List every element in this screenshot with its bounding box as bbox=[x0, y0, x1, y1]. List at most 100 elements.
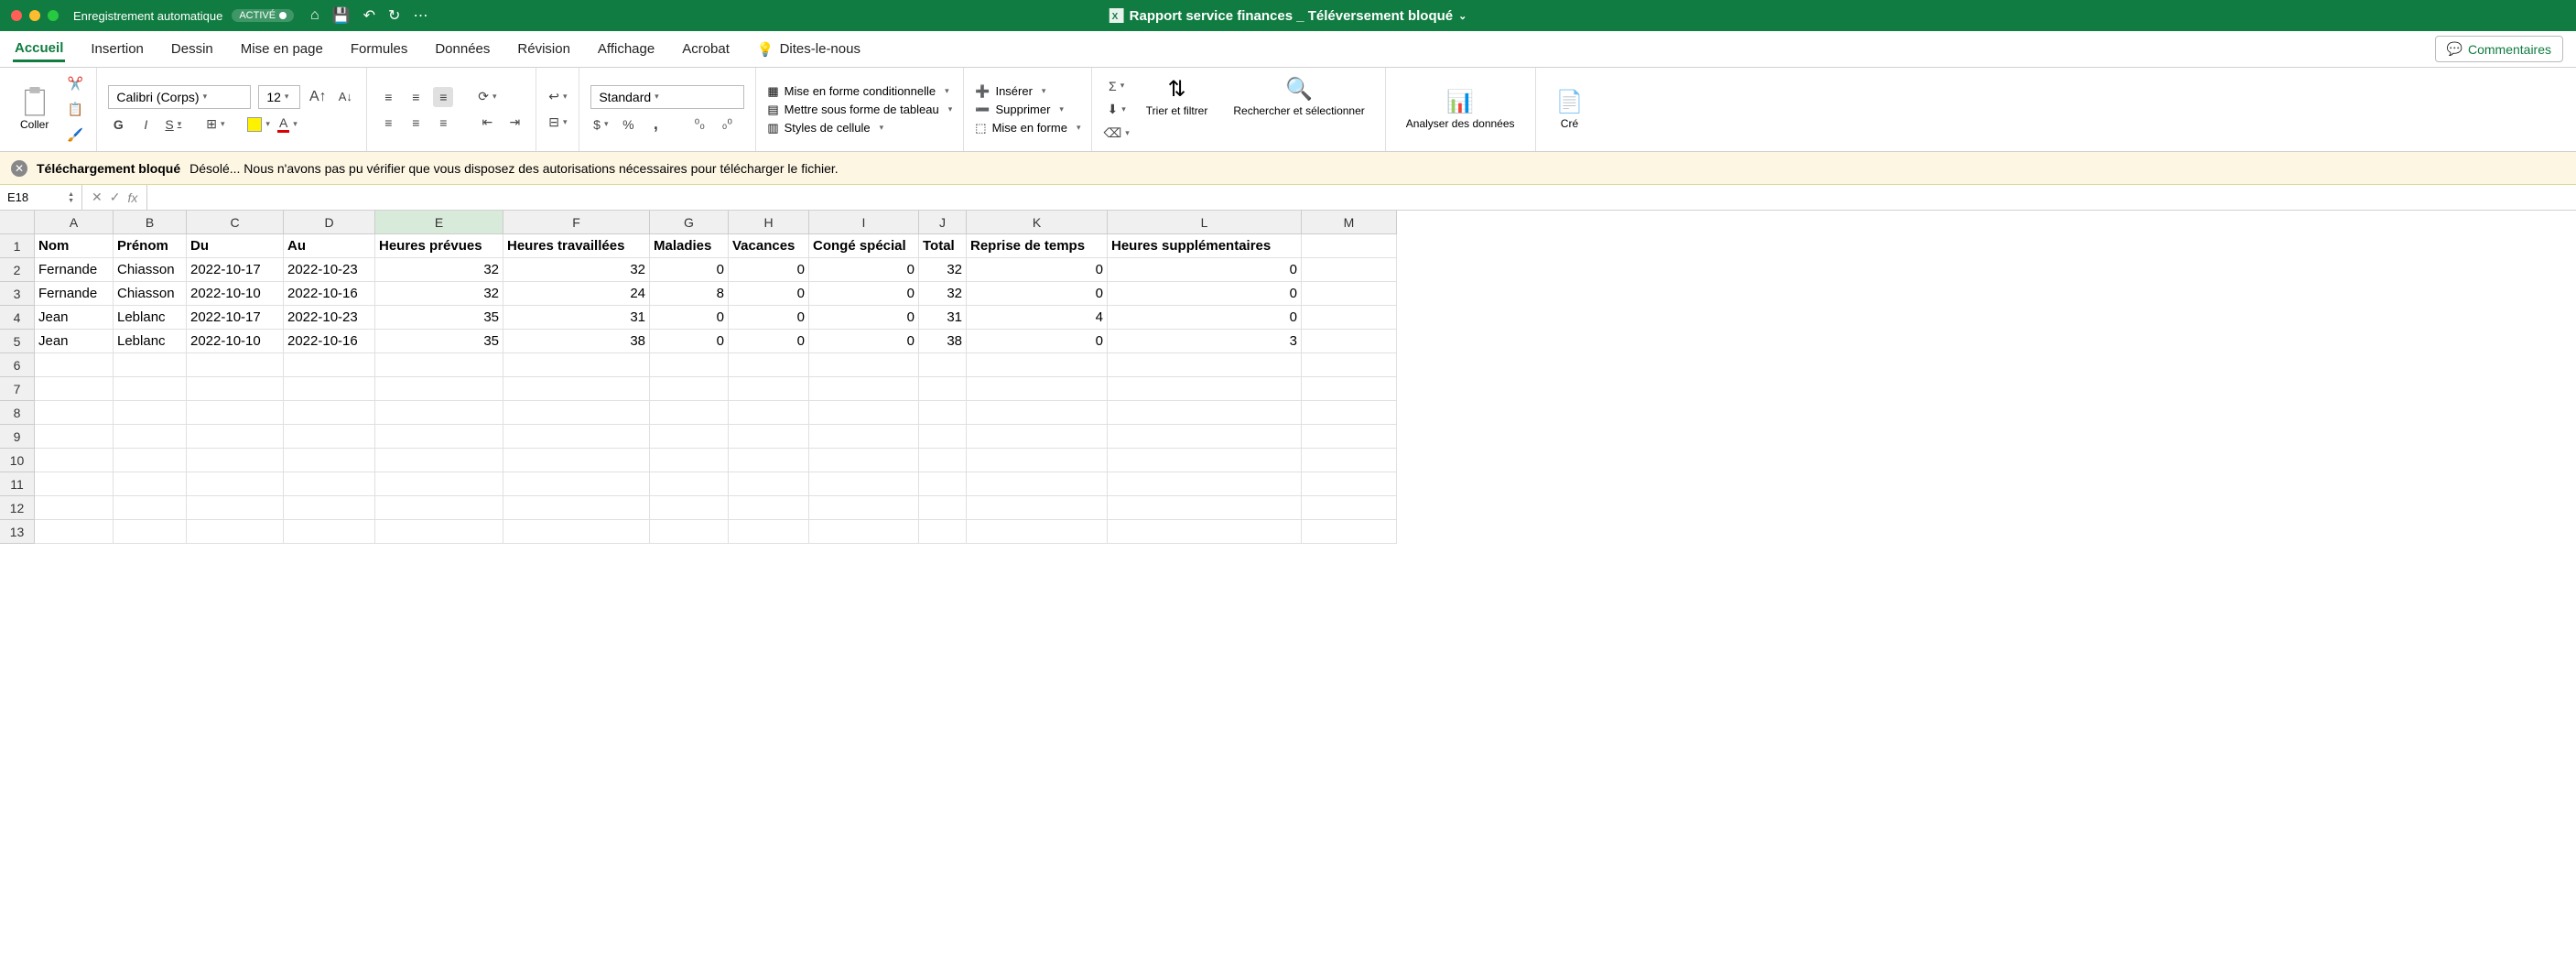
data-cell[interactable]: 0 bbox=[729, 258, 809, 282]
data-cell[interactable] bbox=[187, 449, 284, 472]
data-cell[interactable]: 0 bbox=[809, 306, 919, 330]
data-cell[interactable]: 2022-10-17 bbox=[187, 306, 284, 330]
column-header-I[interactable]: I bbox=[809, 211, 919, 234]
orientation-button[interactable]: ⟳ bbox=[477, 87, 497, 107]
data-cell[interactable]: Fernande bbox=[35, 282, 114, 306]
currency-button[interactable]: $ bbox=[590, 114, 611, 135]
row-header[interactable]: 1 bbox=[0, 234, 35, 258]
row-header[interactable]: 8 bbox=[0, 401, 35, 425]
data-cell[interactable] bbox=[809, 449, 919, 472]
data-cell[interactable] bbox=[187, 353, 284, 377]
copy-icon[interactable]: 📋 bbox=[65, 100, 85, 120]
data-cell[interactable]: 31 bbox=[503, 306, 650, 330]
data-cell[interactable]: Leblanc bbox=[114, 330, 187, 353]
format-painter-icon[interactable]: 🖌️ bbox=[65, 125, 85, 146]
column-header-E[interactable]: E bbox=[375, 211, 503, 234]
enter-formula-icon[interactable]: ✓ bbox=[110, 190, 121, 205]
header-cell[interactable]: Heures supplémentaires bbox=[1108, 234, 1302, 258]
format-cells-button[interactable]: ⬚Mise en forme bbox=[975, 121, 1080, 136]
data-cell[interactable] bbox=[1302, 449, 1397, 472]
align-middle-icon[interactable]: ≡ bbox=[406, 87, 426, 107]
data-cell[interactable]: 24 bbox=[503, 282, 650, 306]
autosum-button[interactable]: Σ bbox=[1103, 76, 1129, 96]
cell-styles-button[interactable]: ▥Styles de cellule bbox=[767, 121, 952, 136]
data-cell[interactable] bbox=[35, 496, 114, 520]
data-cell[interactable] bbox=[650, 377, 729, 401]
analyze-data-button[interactable]: 📊 Analyser des données bbox=[1397, 89, 1524, 130]
data-cell[interactable] bbox=[729, 472, 809, 496]
redo-icon[interactable]: ↻ bbox=[388, 6, 400, 25]
header-cell[interactable]: Reprise de temps bbox=[967, 234, 1108, 258]
data-cell[interactable]: 35 bbox=[375, 330, 503, 353]
format-as-table-button[interactable]: ▤Mettre sous forme de tableau bbox=[767, 103, 952, 117]
decrease-indent-icon[interactable]: ⇤ bbox=[477, 113, 497, 133]
tab-formules[interactable]: Formules bbox=[349, 38, 410, 60]
autosave-toggle[interactable]: ACTIVÉ bbox=[232, 9, 294, 22]
align-bottom-icon[interactable]: ≡ bbox=[433, 87, 453, 107]
data-cell[interactable] bbox=[187, 472, 284, 496]
data-cell[interactable]: Fernande bbox=[35, 258, 114, 282]
comma-style-button[interactable]: , bbox=[645, 114, 666, 135]
row-header[interactable]: 2 bbox=[0, 258, 35, 282]
underline-button[interactable]: S bbox=[163, 114, 183, 135]
data-cell[interactable] bbox=[35, 449, 114, 472]
data-cell[interactable] bbox=[187, 377, 284, 401]
paste-button[interactable]: Coller bbox=[11, 87, 58, 131]
data-cell[interactable] bbox=[919, 425, 967, 449]
data-cell[interactable] bbox=[729, 449, 809, 472]
italic-button[interactable]: I bbox=[135, 114, 156, 135]
document-title[interactable]: X Rapport service finances _ Téléverseme… bbox=[1109, 8, 1467, 24]
tab-affichage[interactable]: Affichage bbox=[596, 38, 656, 60]
data-cell[interactable] bbox=[650, 520, 729, 544]
column-header-J[interactable]: J bbox=[919, 211, 967, 234]
header-cell[interactable]: Au bbox=[284, 234, 375, 258]
data-cell[interactable] bbox=[503, 353, 650, 377]
data-cell[interactable] bbox=[967, 472, 1108, 496]
data-cell[interactable] bbox=[187, 401, 284, 425]
fx-icon[interactable]: fx bbox=[127, 190, 137, 205]
data-cell[interactable] bbox=[503, 520, 650, 544]
data-cell[interactable] bbox=[114, 449, 187, 472]
data-cell[interactable] bbox=[919, 472, 967, 496]
data-cell[interactable] bbox=[1302, 258, 1397, 282]
conditional-formatting-button[interactable]: ▦Mise en forme conditionnelle bbox=[767, 84, 952, 99]
data-cell[interactable]: 2022-10-23 bbox=[284, 258, 375, 282]
data-cell[interactable] bbox=[375, 353, 503, 377]
data-cell[interactable] bbox=[1302, 306, 1397, 330]
close-window-icon[interactable] bbox=[11, 10, 22, 21]
data-cell[interactable] bbox=[1108, 472, 1302, 496]
data-cell[interactable] bbox=[35, 401, 114, 425]
data-cell[interactable] bbox=[919, 377, 967, 401]
data-cell[interactable] bbox=[1302, 377, 1397, 401]
column-header-B[interactable]: B bbox=[114, 211, 187, 234]
fill-button[interactable]: ⬇ bbox=[1103, 100, 1129, 120]
data-cell[interactable] bbox=[375, 449, 503, 472]
data-cell[interactable] bbox=[729, 377, 809, 401]
row-header[interactable]: 3 bbox=[0, 282, 35, 306]
data-cell[interactable] bbox=[919, 449, 967, 472]
data-cell[interactable] bbox=[284, 496, 375, 520]
data-cell[interactable]: Jean bbox=[35, 330, 114, 353]
data-cell[interactable]: 32 bbox=[919, 258, 967, 282]
data-cell[interactable] bbox=[809, 353, 919, 377]
data-cell[interactable] bbox=[650, 472, 729, 496]
more-icon[interactable]: ⋯ bbox=[413, 6, 428, 25]
row-header[interactable]: 9 bbox=[0, 425, 35, 449]
data-cell[interactable] bbox=[503, 449, 650, 472]
data-cell[interactable]: 2022-10-10 bbox=[187, 330, 284, 353]
data-cell[interactable]: 4 bbox=[967, 306, 1108, 330]
header-cell[interactable]: Prénom bbox=[114, 234, 187, 258]
increase-font-icon[interactable]: A↑ bbox=[308, 87, 328, 107]
name-box-stepper[interactable]: ▲▼ bbox=[68, 191, 74, 204]
data-cell[interactable]: 32 bbox=[919, 282, 967, 306]
row-header[interactable]: 7 bbox=[0, 377, 35, 401]
data-cell[interactable]: 38 bbox=[503, 330, 650, 353]
data-cell[interactable] bbox=[1302, 520, 1397, 544]
column-header-G[interactable]: G bbox=[650, 211, 729, 234]
data-cell[interactable] bbox=[1108, 377, 1302, 401]
data-cell[interactable] bbox=[809, 401, 919, 425]
decrease-font-icon[interactable]: A↓ bbox=[335, 87, 355, 107]
name-box[interactable]: E18 ▲▼ bbox=[0, 185, 82, 210]
data-cell[interactable] bbox=[114, 472, 187, 496]
data-cell[interactable]: Chiasson bbox=[114, 258, 187, 282]
